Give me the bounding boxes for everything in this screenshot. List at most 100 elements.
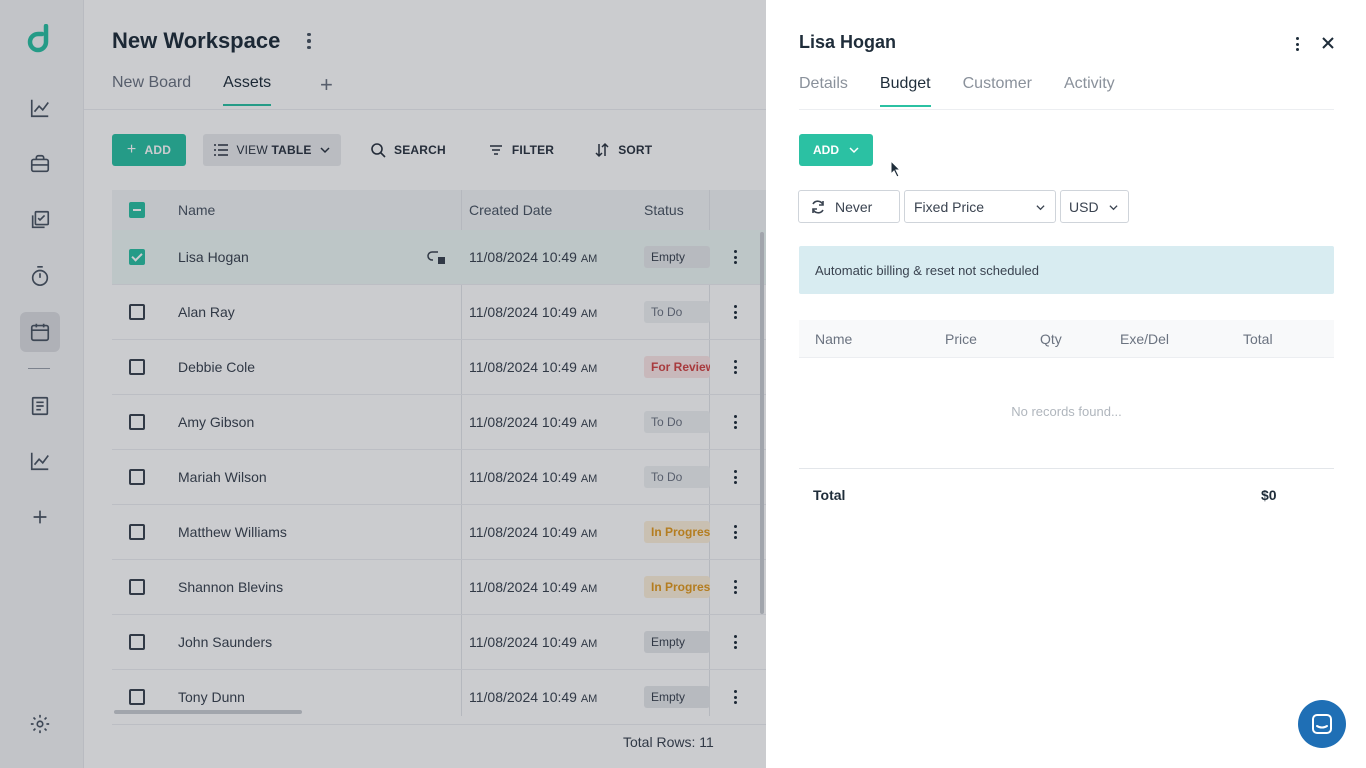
horizontal-scrollbar[interactable] — [114, 710, 302, 714]
status-badge[interactable]: For Review — [644, 356, 710, 378]
tab-budget[interactable]: Budget — [879, 75, 931, 107]
row-name[interactable]: John Saunders — [178, 634, 272, 650]
row-name[interactable]: Matthew Williams — [178, 524, 287, 540]
subitem-icon[interactable] — [426, 249, 446, 265]
logo-icon[interactable] — [24, 24, 56, 56]
header-created-date[interactable]: Created Date — [469, 202, 552, 218]
row-menu-icon[interactable] — [730, 414, 740, 430]
status-badge[interactable]: To Do — [644, 466, 710, 488]
row-checkbox[interactable] — [129, 579, 145, 595]
panel-menu-icon[interactable] — [1292, 36, 1302, 52]
add-button[interactable]: + ADD — [112, 134, 186, 166]
tab-activity[interactable]: Activity — [1064, 75, 1115, 107]
left-sidebar — [0, 0, 84, 768]
row-menu-icon[interactable] — [730, 249, 740, 265]
status-badge[interactable]: To Do — [644, 301, 710, 323]
row-checkbox[interactable] — [129, 524, 145, 540]
row-menu-icon[interactable] — [730, 689, 740, 705]
table-row[interactable]: Debbie Cole 11/08/2024 10:49 AM For Review — [112, 340, 766, 395]
vertical-scrollbar[interactable] — [760, 232, 764, 614]
tabs-divider — [84, 109, 766, 110]
recurrence-select[interactable]: Never — [798, 190, 900, 223]
row-date-value: 11/08/2024 10:49 — [469, 524, 577, 540]
row-checkbox[interactable] — [129, 469, 145, 485]
row-name[interactable]: Alan Ray — [178, 304, 235, 320]
briefcase-icon[interactable] — [26, 150, 54, 178]
budget-col-name: Name — [815, 331, 853, 347]
row-checkbox[interactable] — [129, 249, 145, 265]
chat-launcher[interactable] — [1298, 700, 1346, 748]
view-prefix: VIEW — [236, 143, 268, 157]
tab-details[interactable]: Details — [799, 75, 848, 107]
row-name[interactable]: Tony Dunn — [178, 689, 245, 705]
dashboard-icon[interactable] — [26, 94, 54, 122]
status-badge[interactable]: In Progress — [644, 521, 710, 543]
table-row[interactable]: Alan Ray 11/08/2024 10:49 AM To Do — [112, 285, 766, 340]
table-row[interactable]: Lisa Hogan 11/08/2024 10:49 AM Empty — [112, 230, 766, 285]
row-menu-icon[interactable] — [730, 524, 740, 540]
status-badge[interactable]: In Progress — [644, 576, 710, 598]
row-menu-icon[interactable] — [730, 579, 740, 595]
row-date-ampm: AM — [580, 418, 598, 430]
table-row[interactable]: Shannon Blevins 11/08/2024 10:49 AM In Pro… — [112, 560, 766, 615]
status-badge[interactable]: Empty — [644, 686, 710, 708]
currency-select[interactable]: USD — [1060, 190, 1129, 223]
timer-icon[interactable] — [26, 262, 54, 290]
row-name[interactable]: Debbie Cole — [178, 359, 255, 375]
budget-add-button[interactable]: ADD — [799, 134, 873, 166]
row-checkbox[interactable] — [129, 689, 145, 705]
analytics-icon[interactable] — [26, 447, 54, 475]
row-name[interactable]: Amy Gibson — [178, 414, 254, 430]
tab-assets[interactable]: Assets — [223, 74, 272, 106]
table-row[interactable]: Amy Gibson 11/08/2024 10:49 AM To Do — [112, 395, 766, 450]
row-checkbox[interactable] — [129, 359, 145, 375]
row-date-value: 11/08/2024 10:49 — [469, 359, 577, 375]
view-table-button[interactable]: VIEW TABLE — [203, 134, 341, 166]
row-menu-icon[interactable] — [730, 304, 740, 320]
row-checkbox[interactable] — [129, 414, 145, 430]
select-all-checkbox[interactable] — [129, 202, 145, 218]
row-date-value: 11/08/2024 10:49 — [469, 634, 577, 650]
add-button-label: ADD — [144, 143, 172, 157]
row-menu-icon[interactable] — [730, 359, 740, 375]
row-checkbox[interactable] — [129, 304, 145, 320]
workspace-menu-icon[interactable] — [302, 32, 316, 50]
table-row[interactable]: Mariah Wilson 11/08/2024 10:49 AM To Do — [112, 450, 766, 505]
status-badge[interactable]: Empty — [644, 246, 710, 268]
table-row[interactable]: Tony Dunn 11/08/2024 10:49 AM Empty — [112, 670, 766, 725]
row-name[interactable]: Shannon Blevins — [178, 579, 283, 595]
tab-new-board[interactable]: New Board — [112, 74, 191, 106]
table-row[interactable]: Matthew Williams 11/08/2024 10:49 AM In Pr… — [112, 505, 766, 560]
chevron-down-icon — [1036, 205, 1045, 211]
header-status[interactable]: Status — [644, 202, 684, 218]
pricing-select[interactable]: Fixed Price — [904, 190, 1056, 223]
row-name[interactable]: Mariah Wilson — [178, 469, 267, 485]
calendar-icon[interactable] — [20, 312, 60, 352]
row-menu-icon[interactable] — [730, 634, 740, 650]
table-row[interactable]: John Saunders 11/08/2024 10:49 AM Empty — [112, 615, 766, 670]
sort-button[interactable]: SORT — [594, 142, 652, 158]
header-name[interactable]: Name — [178, 202, 215, 218]
add-tab-button[interactable]: + — [320, 74, 333, 96]
filter-button[interactable]: FILTER — [488, 142, 554, 158]
close-icon[interactable] — [1321, 36, 1335, 50]
row-date-value: 11/08/2024 10:49 — [469, 689, 577, 705]
row-name[interactable]: Lisa Hogan — [178, 249, 249, 265]
row-created-date: 11/08/2024 10:49 AM — [469, 304, 597, 320]
budget-table-header: Name Price Qty Exe/Del Total — [799, 320, 1334, 358]
row-menu-icon[interactable] — [730, 469, 740, 485]
search-button[interactable]: SEARCH — [370, 142, 446, 158]
gear-icon[interactable] — [26, 710, 54, 738]
document-icon[interactable] — [26, 392, 54, 420]
currency-value: USD — [1069, 198, 1099, 215]
status-badge[interactable]: Empty — [644, 631, 710, 653]
tab-customer[interactable]: Customer — [963, 75, 1032, 107]
row-checkbox[interactable] — [129, 634, 145, 650]
row-created-date: 11/08/2024 10:49 AM — [469, 469, 597, 485]
tasks-icon[interactable] — [26, 206, 54, 234]
total-rows: Total Rows: 11 — [623, 734, 714, 750]
row-date-ampm: AM — [580, 528, 598, 540]
status-badge[interactable]: To Do — [644, 411, 710, 433]
plus-icon[interactable] — [26, 503, 54, 531]
row-date-ampm: AM — [580, 583, 598, 595]
